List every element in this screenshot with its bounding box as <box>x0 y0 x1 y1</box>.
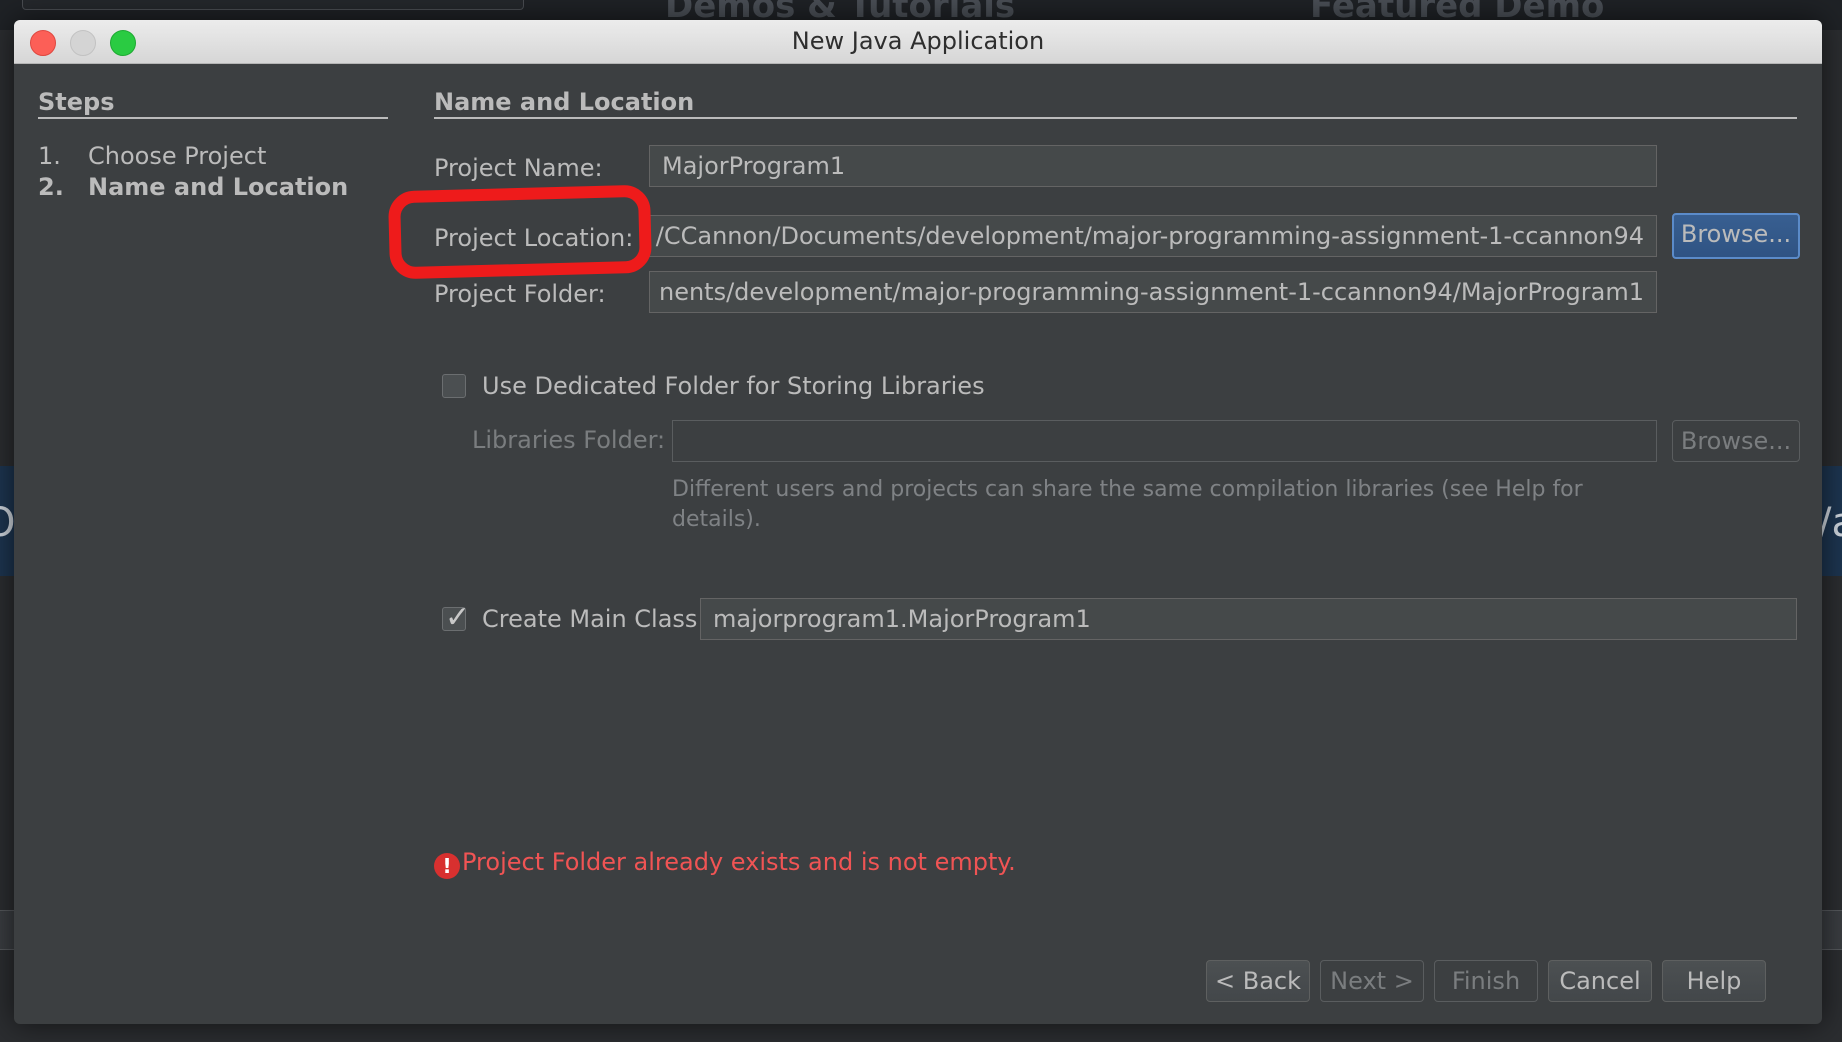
project-name-label: Project Name: <box>434 154 603 182</box>
section-divider <box>434 117 1797 119</box>
project-location-value: /CCannon/Documents/development/major-pro… <box>655 222 1644 250</box>
browse-location-button[interactable]: Browse... <box>1672 213 1800 259</box>
error-text: Project Folder already exists and is not… <box>462 848 1016 876</box>
libraries-folder-input[interactable] <box>672 420 1657 462</box>
background-tab <box>22 0 524 10</box>
help-button[interactable]: Help <box>1662 960 1766 1002</box>
libraries-folder-label: Libraries Folder: <box>472 426 666 454</box>
section-title: Name and Location <box>434 88 695 116</box>
project-name-input[interactable]: MajorProgram1 <box>649 145 1657 187</box>
finish-button[interactable]: Finish <box>1434 960 1538 1002</box>
step-number: 2. <box>38 173 64 201</box>
back-button[interactable]: < Back <box>1206 960 1310 1002</box>
steps-title: Steps <box>38 88 115 116</box>
main-class-input[interactable]: majorprogram1.MajorProgram1 <box>700 598 1797 640</box>
project-folder-value: nents/development/major-programming-assi… <box>658 278 1644 306</box>
step-choose-project: 1. Choose Project <box>38 142 266 170</box>
step-label: Name and Location <box>88 173 349 201</box>
create-main-class-label[interactable]: Create Main Class <box>482 605 697 633</box>
error-icon: ! <box>434 853 460 879</box>
error-message: ! Project Folder already exists and is no… <box>434 848 1016 879</box>
cancel-button[interactable]: Cancel <box>1548 960 1652 1002</box>
step-number: 1. <box>38 142 61 170</box>
step-label: Choose Project <box>88 142 267 170</box>
background-heading-demos: Demos & Tutorials <box>665 0 1016 26</box>
red-annotation-highlight <box>387 184 653 280</box>
project-folder-label: Project Folder: <box>434 280 606 308</box>
title-bar[interactable]: New Java Application <box>14 20 1822 64</box>
next-button[interactable]: Next > <box>1320 960 1424 1002</box>
browse-libraries-button[interactable]: Browse... <box>1672 420 1800 462</box>
project-folder-input[interactable]: nents/development/major-programming-assi… <box>649 271 1657 313</box>
step-name-and-location: 2. Name and Location <box>38 173 348 201</box>
dedicated-folder-label[interactable]: Use Dedicated Folder for Storing Librari… <box>482 372 985 400</box>
project-location-input[interactable]: /CCannon/Documents/development/major-pro… <box>649 215 1657 257</box>
steps-divider <box>38 117 388 119</box>
background-heading-featured: Featured Demo <box>1310 0 1605 26</box>
create-main-class-checkbox[interactable]: ✓ <box>442 600 470 635</box>
dedicated-folder-checkbox[interactable] <box>442 374 466 398</box>
screen: Demos & Tutorials Featured Demo O /a New… <box>0 0 1842 1042</box>
window-title: New Java Application <box>791 27 1045 55</box>
checkmark-icon: ✓ <box>445 600 471 635</box>
libraries-help-text: Different users and projects can share t… <box>672 477 1583 532</box>
new-java-application-dialog: New Java Application Steps 1. Choose Proj… <box>14 20 1822 1024</box>
